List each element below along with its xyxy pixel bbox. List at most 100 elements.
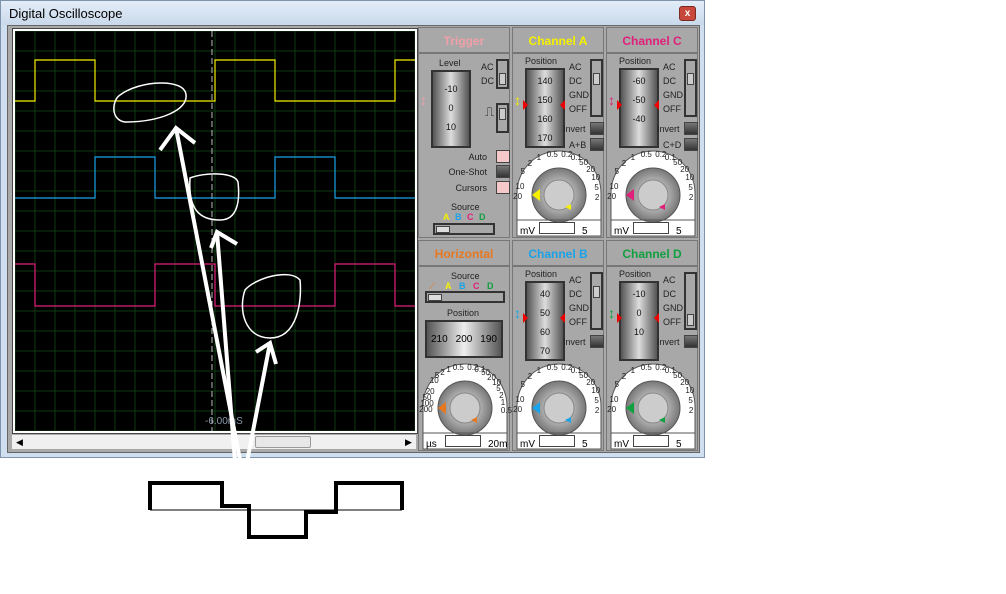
source-a[interactable]: A (443, 212, 450, 222)
channel-panel-c: Channel C Position -60 -50 -40 ↕ AC DC GND OFF Inv… (606, 27, 698, 238)
channel-title: Channel C (607, 28, 697, 54)
trigger-coupling-switch[interactable] (496, 59, 509, 89)
drum-tick: 210 (430, 333, 448, 345)
unit-left: mV (614, 226, 629, 237)
coupling-dc[interactable]: DC (569, 76, 582, 86)
trigger-level-drum[interactable]: -10 0 10 (431, 70, 471, 148)
dial-tick-label: 2 (440, 367, 445, 377)
invert-button[interactable] (590, 122, 604, 135)
position-arrow-icon[interactable]: ↕ (608, 92, 615, 108)
switch-thumb[interactable] (593, 286, 600, 298)
dial-tick-label: 10 (609, 394, 619, 404)
source-a[interactable]: A (445, 281, 452, 291)
one-shot-button[interactable] (496, 165, 510, 178)
dial-tick-label: 10 (609, 181, 619, 191)
invert-button[interactable] (684, 122, 698, 135)
dial-tick-label: 0.5 (452, 363, 464, 373)
position-arrow-icon[interactable]: ↕ (608, 305, 615, 321)
coupling-off[interactable]: OFF (569, 317, 587, 327)
coupling-gnd[interactable]: GND (569, 90, 589, 100)
coupling-off[interactable]: OFF (663, 104, 681, 114)
coupling-gnd[interactable]: GND (663, 90, 683, 100)
value-field[interactable] (539, 435, 575, 447)
coupling-switch[interactable] (684, 59, 697, 117)
trigger-ac[interactable]: AC (481, 62, 494, 72)
coupling-ac[interactable]: AC (569, 62, 582, 72)
channel-panel-b: Channel B Position 40 50 60 70 ↕ AC DC GND OFF Inve… (512, 240, 604, 451)
invert-button[interactable] (590, 335, 604, 348)
dial-tick-label: 5 (520, 379, 525, 389)
cursors-button[interactable] (496, 181, 510, 194)
position-arrow-icon[interactable]: ↕ (514, 305, 521, 321)
switch-thumb[interactable] (687, 314, 694, 326)
dial-tick-label: 5 (614, 379, 619, 389)
edge-icon: ⎍ (485, 104, 495, 119)
source-b[interactable]: B (455, 212, 462, 222)
cursor-readout: -6.00mS (205, 416, 243, 427)
oscilloscope-window: Digital Oscilloscope x -6.00mS ◀ ▶ Chann… (0, 0, 705, 458)
time-scrollbar[interactable]: ◀ ▶ (11, 434, 417, 450)
drum-tick: 10 (445, 122, 456, 132)
scope-body: -6.00mS ◀ ▶ Channel A Position 140 150 160 17… (7, 25, 700, 453)
dial-tick-label: 20 (513, 405, 523, 415)
coupling-dc[interactable]: DC (663, 76, 676, 86)
switch-thumb[interactable] (687, 73, 694, 85)
coupling-switch[interactable] (590, 272, 603, 330)
dial-tick-label: 10 (515, 394, 525, 404)
scroll-right-icon[interactable]: ▶ (402, 436, 415, 448)
switch-thumb[interactable] (499, 73, 506, 85)
auto-button[interactable] (496, 150, 510, 163)
coupling-switch[interactable] (590, 59, 603, 117)
coupling-ac[interactable]: AC (663, 275, 676, 285)
switch-thumb[interactable] (593, 73, 600, 85)
marker-left-icon (617, 100, 627, 110)
coupling-gnd[interactable]: GND (569, 303, 589, 313)
source-d[interactable]: D (487, 281, 494, 291)
dial-tick-label: 1 (536, 366, 542, 376)
scroll-left-icon[interactable]: ◀ (13, 436, 26, 448)
slider-thumb[interactable] (436, 226, 450, 233)
dial-tick-label: 2 (594, 192, 600, 202)
level-label: Level (439, 58, 461, 68)
value-field[interactable] (633, 435, 669, 447)
source-c[interactable]: C (467, 212, 474, 222)
value-field[interactable] (445, 435, 481, 447)
trigger-dc[interactable]: DC (481, 76, 494, 86)
source-d[interactable]: D (479, 212, 486, 222)
scroll-thumb[interactable] (255, 436, 311, 448)
level-arrow-icon[interactable]: ↕ (420, 92, 427, 108)
drum-tick: -60 (632, 76, 646, 86)
dial-tick-label: 200 (419, 405, 433, 415)
slider-thumb[interactable] (428, 294, 442, 301)
auto-label: Auto (468, 152, 487, 162)
drum-tick: 0 (448, 103, 454, 113)
trigger-edge-switch[interactable] (496, 103, 509, 133)
dial-tick-label: 2 (527, 159, 533, 169)
position-arrow-icon[interactable]: ↕ (514, 92, 521, 108)
source-c[interactable]: C (473, 281, 480, 291)
close-button[interactable]: x (679, 6, 696, 21)
trigger-source-slider[interactable] (433, 223, 495, 235)
position-label: Position (525, 56, 558, 66)
coupling-dc[interactable]: DC (663, 289, 676, 299)
coupling-dc[interactable]: DC (569, 289, 582, 299)
coupling-off[interactable]: OFF (663, 317, 681, 327)
unit-right: 5 (676, 439, 682, 450)
coupling-gnd[interactable]: GND (663, 303, 683, 313)
coupling-switch[interactable] (684, 272, 697, 330)
dial-tick-label: 5 (688, 395, 693, 405)
dial-tick-label: 10 (685, 386, 695, 396)
coupling-ac[interactable]: AC (569, 275, 582, 285)
value-field[interactable] (633, 222, 669, 234)
marker-right-icon (649, 313, 659, 323)
source-b[interactable]: B (459, 281, 466, 291)
switch-thumb[interactable] (499, 108, 506, 120)
coupling-off[interactable]: OFF (569, 104, 587, 114)
horizontal-source-slider[interactable] (425, 291, 505, 303)
one-shot-label: One-Shot (448, 167, 487, 177)
drum-tick: 10 (633, 327, 644, 337)
value-field[interactable] (539, 222, 575, 234)
coupling-ac[interactable]: AC (663, 62, 676, 72)
invert-button[interactable] (684, 335, 698, 348)
dial-tick-label: 0.5 (640, 363, 652, 373)
